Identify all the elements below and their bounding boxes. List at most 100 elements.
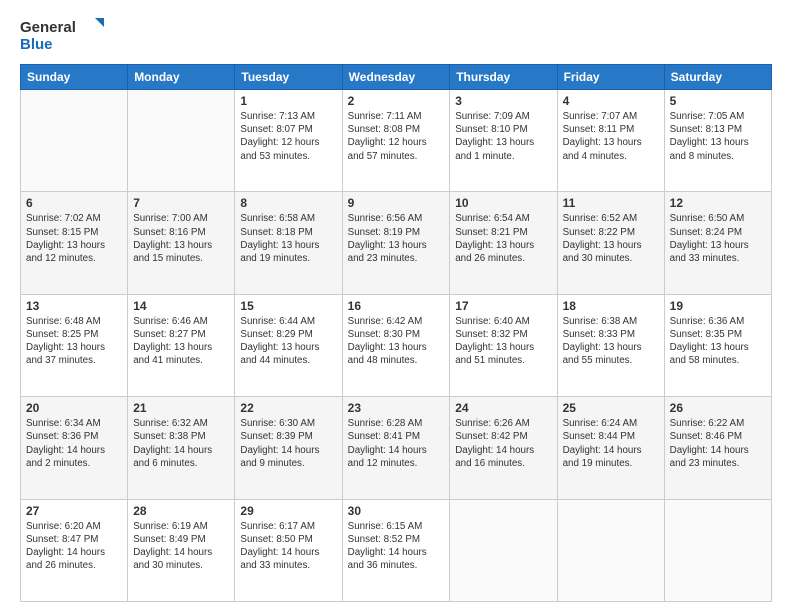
day-cell: 28Sunrise: 6:19 AMSunset: 8:49 PMDayligh… (128, 499, 235, 601)
week-row-3: 13 Sunrise: 6:48 AMSunset: 8:25 PMDayligh… (21, 294, 772, 396)
day-number: 6 (26, 196, 122, 210)
day-number: 4 (563, 94, 659, 108)
logo-svg: General Blue (20, 16, 110, 54)
day-number: 18 (563, 299, 659, 313)
day-cell: 1 Sunrise: 7:13 AMSunset: 8:07 PMDaylight… (235, 90, 342, 192)
day-cell: 30 Sunrise: 6:15 AMSunset: 8:52 PMDayligh… (342, 499, 450, 601)
day-number: 10 (455, 196, 551, 210)
day-info: Sunrise: 6:32 AMSunset: 8:38 PMDaylight:… (133, 417, 229, 470)
day-cell: 6 Sunrise: 7:02 AMSunset: 8:15 PMDaylight… (21, 192, 128, 294)
week-row-5: 27 Sunrise: 6:20 AMSunset: 8:47 PMDayligh… (21, 499, 772, 601)
day-info: Sunrise: 6:56 AMSunset: 8:19 PMDaylight:… (348, 212, 445, 265)
week-row-4: 20 Sunrise: 6:34 AMSunset: 8:36 PMDayligh… (21, 397, 772, 499)
day-number: 16 (348, 299, 445, 313)
day-number: 25 (563, 401, 659, 415)
day-info: Sunrise: 6:34 AMSunset: 8:36 PMDaylight:… (26, 417, 122, 470)
day-number: 15 (240, 299, 336, 313)
day-cell: 25 Sunrise: 6:24 AMSunset: 8:44 PMDayligh… (557, 397, 664, 499)
day-info: Sunrise: 6:15 AMSunset: 8:52 PMDaylight:… (348, 520, 445, 573)
day-number: 7 (133, 196, 229, 210)
day-cell: 12 Sunrise: 6:50 AMSunset: 8:24 PMDayligh… (664, 192, 771, 294)
day-cell: 26Sunrise: 6:22 AMSunset: 8:46 PMDayligh… (664, 397, 771, 499)
day-cell: 21 Sunrise: 6:32 AMSunset: 8:38 PMDayligh… (128, 397, 235, 499)
day-number: 30 (348, 504, 445, 518)
day-cell (128, 90, 235, 192)
day-cell: 2Sunrise: 7:11 AMSunset: 8:08 PMDaylight… (342, 90, 450, 192)
header-wednesday: Wednesday (342, 65, 450, 90)
day-cell: 23 Sunrise: 6:28 AMSunset: 8:41 PMDayligh… (342, 397, 450, 499)
day-number: 1 (240, 94, 336, 108)
day-cell: 19Sunrise: 6:36 AMSunset: 8:35 PMDayligh… (664, 294, 771, 396)
day-cell: 15 Sunrise: 6:44 AMSunset: 8:29 PMDayligh… (235, 294, 342, 396)
week-row-1: 1 Sunrise: 7:13 AMSunset: 8:07 PMDaylight… (21, 90, 772, 192)
day-number: 13 (26, 299, 122, 313)
day-cell: 9 Sunrise: 6:56 AMSunset: 8:19 PMDaylight… (342, 192, 450, 294)
day-info: Sunrise: 7:13 AMSunset: 8:07 PMDaylight:… (240, 110, 336, 163)
logo: General Blue (20, 16, 110, 54)
day-cell: 20 Sunrise: 6:34 AMSunset: 8:36 PMDayligh… (21, 397, 128, 499)
day-number: 29 (240, 504, 336, 518)
day-cell: 10 Sunrise: 6:54 AMSunset: 8:21 PMDayligh… (450, 192, 557, 294)
day-info: Sunrise: 6:48 AMSunset: 8:25 PMDaylight:… (26, 315, 122, 368)
day-number: 12 (670, 196, 766, 210)
day-number: 17 (455, 299, 551, 313)
day-cell (21, 90, 128, 192)
header-saturday: Saturday (664, 65, 771, 90)
calendar-table: SundayMondayTuesdayWednesdayThursdayFrid… (20, 64, 772, 602)
day-info: Sunrise: 7:09 AMSunset: 8:10 PMDaylight:… (455, 110, 551, 163)
day-number: 3 (455, 94, 551, 108)
day-info: Sunrise: 6:44 AMSunset: 8:29 PMDaylight:… (240, 315, 336, 368)
day-cell: 3 Sunrise: 7:09 AMSunset: 8:10 PMDaylight… (450, 90, 557, 192)
header-monday: Monday (128, 65, 235, 90)
day-info: Sunrise: 6:28 AMSunset: 8:41 PMDaylight:… (348, 417, 445, 470)
day-info: Sunrise: 6:58 AMSunset: 8:18 PMDaylight:… (240, 212, 336, 265)
day-cell: 22Sunrise: 6:30 AMSunset: 8:39 PMDayligh… (235, 397, 342, 499)
day-number: 5 (670, 94, 766, 108)
day-cell (450, 499, 557, 601)
day-info: Sunrise: 6:26 AMSunset: 8:42 PMDaylight:… (455, 417, 551, 470)
day-info: Sunrise: 6:46 AMSunset: 8:27 PMDaylight:… (133, 315, 229, 368)
day-number: 20 (26, 401, 122, 415)
day-cell: 14Sunrise: 6:46 AMSunset: 8:27 PMDayligh… (128, 294, 235, 396)
day-info: Sunrise: 6:50 AMSunset: 8:24 PMDaylight:… (670, 212, 766, 265)
header-sunday: Sunday (21, 65, 128, 90)
day-cell: 13 Sunrise: 6:48 AMSunset: 8:25 PMDayligh… (21, 294, 128, 396)
day-cell: 24 Sunrise: 6:26 AMSunset: 8:42 PMDayligh… (450, 397, 557, 499)
day-number: 24 (455, 401, 551, 415)
day-number: 27 (26, 504, 122, 518)
day-info: Sunrise: 6:19 AMSunset: 8:49 PMDaylight:… (133, 520, 229, 573)
logo-text: General Blue (20, 16, 110, 54)
day-cell: 4 Sunrise: 7:07 AMSunset: 8:11 PMDaylight… (557, 90, 664, 192)
header-friday: Friday (557, 65, 664, 90)
day-info: Sunrise: 6:36 AMSunset: 8:35 PMDaylight:… (670, 315, 766, 368)
week-row-2: 6 Sunrise: 7:02 AMSunset: 8:15 PMDaylight… (21, 192, 772, 294)
header-thursday: Thursday (450, 65, 557, 90)
header-tuesday: Tuesday (235, 65, 342, 90)
calendar-header-row: SundayMondayTuesdayWednesdayThursdayFrid… (21, 65, 772, 90)
day-info: Sunrise: 6:38 AMSunset: 8:33 PMDaylight:… (563, 315, 659, 368)
day-info: Sunrise: 6:20 AMSunset: 8:47 PMDaylight:… (26, 520, 122, 573)
day-number: 21 (133, 401, 229, 415)
day-cell (664, 499, 771, 601)
day-info: Sunrise: 6:40 AMSunset: 8:32 PMDaylight:… (455, 315, 551, 368)
day-info: Sunrise: 6:52 AMSunset: 8:22 PMDaylight:… (563, 212, 659, 265)
header: General Blue (20, 16, 772, 54)
day-info: Sunrise: 7:05 AMSunset: 8:13 PMDaylight:… (670, 110, 766, 163)
day-cell: 17 Sunrise: 6:40 AMSunset: 8:32 PMDayligh… (450, 294, 557, 396)
day-number: 2 (348, 94, 445, 108)
day-number: 23 (348, 401, 445, 415)
day-cell: 18 Sunrise: 6:38 AMSunset: 8:33 PMDayligh… (557, 294, 664, 396)
day-number: 9 (348, 196, 445, 210)
day-cell: 11Sunrise: 6:52 AMSunset: 8:22 PMDayligh… (557, 192, 664, 294)
day-info: Sunrise: 7:02 AMSunset: 8:15 PMDaylight:… (26, 212, 122, 265)
day-cell: 5 Sunrise: 7:05 AMSunset: 8:13 PMDaylight… (664, 90, 771, 192)
day-info: Sunrise: 6:42 AMSunset: 8:30 PMDaylight:… (348, 315, 445, 368)
day-cell: 7 Sunrise: 7:00 AMSunset: 8:16 PMDaylight… (128, 192, 235, 294)
day-number: 22 (240, 401, 336, 415)
day-info: Sunrise: 7:00 AMSunset: 8:16 PMDaylight:… (133, 212, 229, 265)
day-number: 8 (240, 196, 336, 210)
day-info: Sunrise: 6:54 AMSunset: 8:21 PMDaylight:… (455, 212, 551, 265)
day-info: Sunrise: 7:07 AMSunset: 8:11 PMDaylight:… (563, 110, 659, 163)
day-info: Sunrise: 6:24 AMSunset: 8:44 PMDaylight:… (563, 417, 659, 470)
svg-text:General: General (20, 19, 76, 36)
